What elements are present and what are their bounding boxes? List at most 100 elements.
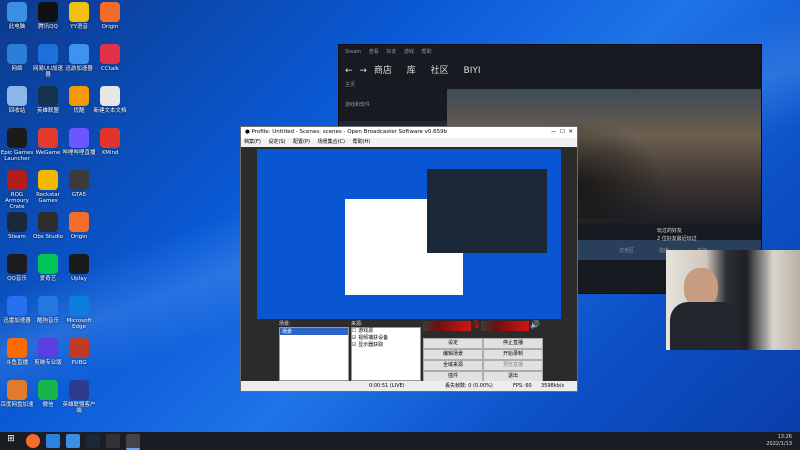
nested-steam-window [427,169,547,253]
desktop-icon[interactable]: 剪映专业版 [31,338,65,366]
desktop-icon[interactable]: 英雄联盟 [31,86,65,114]
desktop-icon[interactable]: 回收站 [0,86,34,114]
nav-library[interactable]: 库 [407,66,416,76]
app-icon [69,170,89,190]
back-arrow-icon[interactable]: ← [345,66,353,76]
desktop-icon[interactable]: 新建文本文档 [93,86,127,114]
app-icon [69,2,89,22]
speaker-icon[interactable]: 🔊 [530,320,540,329]
library-filter[interactable]: 游戏和软件 [345,101,370,108]
desktop-icon[interactable]: 迅雷加速器 [0,296,34,324]
steam-menu-item[interactable]: Steam [345,49,361,55]
desktop-icon[interactable]: Microsoft Edge [62,296,96,330]
desktop-icon[interactable]: CCtalk [93,44,127,72]
home-label[interactable]: 主页 [345,81,355,88]
steam-menu-item[interactable]: 游戏 [404,49,414,55]
desktop-icon[interactable]: 酷狗音乐 [31,296,65,324]
steam-menu-item[interactable]: 查看 [369,49,379,55]
desktop-icon[interactable]: YY语音 [62,2,96,30]
desktop-icon[interactable]: Rockstar Games [31,170,65,204]
stop-stream-button[interactable]: 停止直播 [483,338,543,349]
checkbox-icon[interactable]: ☑ [352,342,356,348]
computer-taskbar-icon[interactable] [66,434,80,448]
mic-icon[interactable]: 🎙 [471,320,481,329]
system-tray[interactable]: 13:26 2022/1/13 [766,434,792,448]
desktop-icon[interactable]: WeGame [31,128,65,156]
obs-taskbar-icon[interactable] [106,434,120,448]
obs-menu-item[interactable]: 场景集合(C) [318,139,345,145]
obs-menu-item[interactable]: 配置(P) [293,139,310,145]
desktop-icon-label: Origin [101,24,119,30]
nav-community[interactable]: 社区 [431,66,449,76]
origin-taskbar-icon[interactable] [26,434,40,448]
forward-arrow-icon[interactable]: → [359,66,367,76]
obs-menubar: 档案(F) 设定(S) 配置(P) 场景集合(C) 帮助(H) [241,138,577,147]
nav-store[interactable]: 商店 [374,66,392,76]
desktop-icon[interactable]: Uplay [62,254,96,282]
window-controls[interactable]: — ☐ ✕ [551,127,573,138]
desktop-icon[interactable]: Steam [0,212,34,240]
desktop-icon[interactable]: XMind [93,128,127,156]
global-sources-button[interactable]: 全域来源 [423,360,483,371]
checkbox-icon[interactable]: ☑ [352,335,356,341]
desktop-icon-label: Steam [8,234,26,240]
app-icon [38,2,58,22]
start-button[interactable]: ⊞ [4,434,18,448]
preview-stream-button[interactable]: 预览直播 [483,360,543,371]
desktop-level-meter [481,321,529,331]
desktop-icon[interactable]: Obs Studio [31,212,65,240]
desktop-icon[interactable]: 迅游加速器 [62,44,96,72]
steam-menu-item[interactable]: 好友 [386,49,396,55]
bitrate-readout: 3598kb/s [541,383,565,389]
tab-discussions[interactable]: 讨论区 [619,247,634,254]
edit-scene-button[interactable]: 编辑场景 [423,349,483,360]
desktop-icon-label: 迅游加速器 [65,66,93,72]
desktop-icon[interactable]: 爱奇艺 [31,254,65,282]
obs-menu-item[interactable]: 档案(F) [244,139,261,145]
desktop-icon[interactable]: Epic Games Launcher [0,128,34,162]
obs-menu-item[interactable]: 帮助(H) [353,139,371,145]
desktop-icon[interactable]: ROG Armoury Crate [0,170,34,210]
app-icon [7,296,27,316]
desktop-icon-label: Uplay [71,276,87,282]
desktop-icon[interactable]: QQ音乐 [0,254,34,282]
desktop-icon-label: 迅雷加速器 [3,318,31,324]
desktop-icon[interactable]: 优酷 [62,86,96,114]
nav-profile[interactable]: BIYI [464,66,481,76]
obs-menu-item[interactable]: 设定(S) [268,139,285,145]
obs-window[interactable]: ● Profile: Untitled - Scenes: scenes - O… [240,126,578,392]
settings-button[interactable]: 设定 [423,338,483,349]
desktop-icon-label: 剪映专业版 [34,360,62,366]
desktop-icon[interactable]: Origin [62,212,96,240]
scene-item[interactable]: 场景 [280,328,348,335]
explorer-taskbar-icon[interactable] [46,434,60,448]
dropped-frames: 丢失帧数: 0 (0.00%) [445,383,493,389]
steam-taskbar-icon[interactable] [86,434,100,448]
sources-list[interactable]: ☐ 游戏源 ☑ 视频捕获设备 ☑ 显示器获取 [351,327,421,381]
taskbar: ⊞ 13:26 2022/1/13 [0,432,800,450]
desktop-icon-label: 腾讯QQ [38,24,58,30]
steam-menu-item[interactable]: 帮助 [422,49,432,55]
obs-preview [257,149,561,319]
app-icon [38,128,58,148]
desktop-icon[interactable]: 腾讯QQ [31,2,65,30]
desktop-icon[interactable]: PUBG [62,338,96,366]
app-icon [38,254,58,274]
desktop-icon[interactable]: 哔哩哔哩直播 [62,128,96,156]
scenes-list[interactable]: 场景 [279,327,349,381]
desktop-icon[interactable]: 微信 [31,380,65,408]
desktop-icon[interactable]: Origin [93,2,127,30]
desktop-icon[interactable]: 网络 [0,44,34,72]
desktop-icon-label: Rockstar Games [36,192,60,204]
desktop-icon[interactable]: 英雄联盟客户端 [62,380,96,414]
desktop-icon[interactable]: 此电脑 [0,2,34,30]
app-icon [7,44,27,64]
start-recording-button[interactable]: 开始录制 [483,349,543,360]
desktop-icon[interactable]: 网易UU加速器 [31,44,65,78]
desktop-icon[interactable]: 百度网盘加速 [0,380,34,408]
checkbox-icon[interactable]: ☐ [352,328,356,334]
desktop-icon-label: 爱奇艺 [39,276,57,282]
desktop-icon[interactable]: GTA5 [62,170,96,198]
app-taskbar-icon[interactable] [126,434,140,450]
desktop-icon[interactable]: 斗鱼直播 [0,338,34,366]
